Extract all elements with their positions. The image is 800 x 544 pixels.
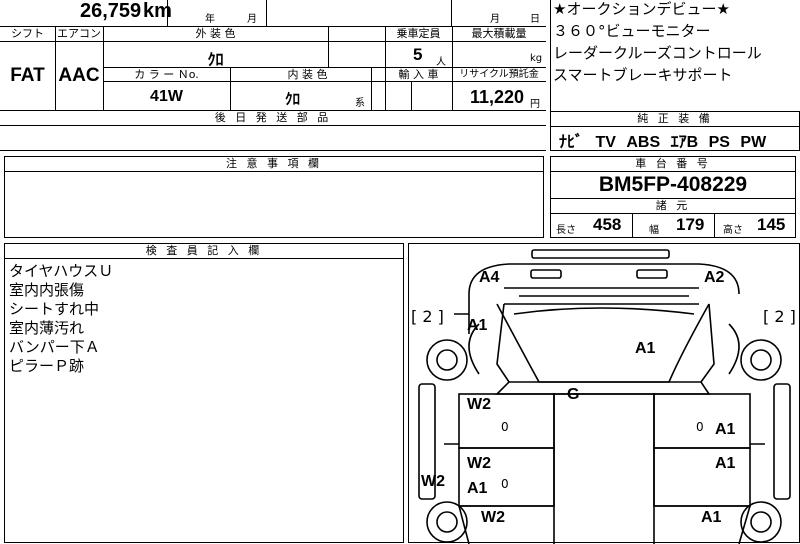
capacity-value: 5 xyxy=(413,45,423,64)
recycle-unit: 円 xyxy=(530,99,540,110)
max-load-header: 最大積載量 xyxy=(471,27,527,40)
capacity-unit: 人 xyxy=(436,57,446,68)
mileage-row: 26,759 km 年 月 月 日 xyxy=(0,0,546,27)
inspector-note: 室内薄汚れ xyxy=(9,319,85,337)
right-bracket: [ 2 ] xyxy=(763,307,796,326)
feature-line: スマートブレーキサポート xyxy=(553,66,733,84)
shift-header: シフト xyxy=(11,27,44,40)
damage-mark-left-quarter: W2 xyxy=(481,509,505,526)
mileage-unit: km xyxy=(143,0,172,22)
equipment-item: ｴｱB xyxy=(670,134,699,151)
chassis-section: 車 台 番 号 BM5FP-408229 諸 元 長さ 458 幅 179 高さ… xyxy=(550,156,796,238)
inspector-notes: タイヤハウスＵ 室内内張傷 シートすれ中 室内薄汚れ バンパー下Ａ ピラーＰ跡 xyxy=(9,262,113,376)
capacity-header: 乗車定員 xyxy=(396,27,441,40)
damage-mark-front-right: A2 xyxy=(704,269,725,286)
damage-mark-small: 0 xyxy=(501,477,509,491)
inspector-section: 検 査 員 記 入 欄 タイヤハウスＵ 室内内張傷 シートすれ中 室内薄汚れ バ… xyxy=(4,243,404,543)
notes-section: 注 意 事 項 欄 xyxy=(4,156,544,238)
equipment-item: ABS xyxy=(626,134,661,151)
equipment-item: ﾅﾋﾞ xyxy=(559,134,584,151)
later-parts-section: 後 日 発 送 部 品 xyxy=(0,111,546,151)
equipment-item: TV xyxy=(595,134,616,151)
month-label: 月 xyxy=(247,14,257,25)
damage-mark-right-front-door: A1 xyxy=(715,421,736,438)
damage-mark-front-left: A4 xyxy=(479,269,500,286)
max-load-unit: kg xyxy=(530,53,543,64)
inspector-note: シートすれ中 xyxy=(9,300,100,318)
feature-notes: ★オークションデビュー★ ３６０°ビューモニター レーダークルーズコントロール … xyxy=(550,0,800,111)
exterior-color-value: ｸﾛ xyxy=(207,50,224,69)
recycle-header: リサイクル預託金 xyxy=(459,69,539,80)
color-no-header: カ ラ ー Ｎo. xyxy=(134,68,199,81)
damage-mark-small: 0 xyxy=(696,420,704,434)
later-parts-header: 後 日 発 送 部 品 xyxy=(0,111,546,126)
inspector-note: 室内内張傷 xyxy=(9,281,85,299)
feature-line: ３６０°ビューモニター xyxy=(553,22,711,40)
month-label-2: 月 xyxy=(490,14,500,25)
damage-diagram: [ 2 ] [ 2 ] A4 A2 A1 A1 G W2 A1 W2 A1 A1… xyxy=(408,243,800,544)
dimensions-header: 諸 元 xyxy=(551,198,795,214)
length-label: 長さ xyxy=(556,225,576,236)
damage-mark-left-rear-door: W2 xyxy=(467,455,491,472)
day-label: 日 xyxy=(530,14,540,25)
damage-mark-small: 0 xyxy=(501,420,509,434)
inspector-note: タイヤハウスＵ xyxy=(9,262,114,280)
spec-table: シフト エアコン 外 装 色 乗車定員 最大積載量 FAT AAC ｸﾛ 5 人… xyxy=(0,27,546,111)
inspector-note: バンパー下Ａ xyxy=(9,338,100,356)
year-label: 年 xyxy=(205,14,215,25)
inspector-header: 検 査 員 記 入 欄 xyxy=(5,244,403,259)
damage-mark-roof: G xyxy=(567,386,580,403)
genuine-equipment-list: ﾅﾋﾞ TV ABS ｴｱB PS PW xyxy=(559,128,766,152)
damage-mark-left-rear-door-2: A1 xyxy=(467,480,488,497)
feature-line: ★オークションデビュー★ xyxy=(553,0,730,18)
interior-color-header: 内 装 色 xyxy=(287,68,328,81)
import-header: 輸 入 車 xyxy=(398,68,439,81)
width-label: 幅 xyxy=(649,225,659,236)
notes-header: 注 意 事 項 欄 xyxy=(5,157,543,172)
width-value: 179 xyxy=(676,215,705,234)
feature-line: レーダークルーズコントロール xyxy=(553,44,762,62)
genuine-equipment-header: 純 正 装 備 xyxy=(551,112,799,127)
chassis-number: BM5FP-408229 xyxy=(598,173,748,196)
equipment-item: PS xyxy=(708,134,730,151)
recycle-value: 11,220 xyxy=(470,87,525,107)
damage-mark-right-rear-door: A1 xyxy=(715,455,736,472)
interior-suffix: 系 xyxy=(355,98,365,109)
damage-mark-left-sill: W2 xyxy=(421,473,445,490)
inspector-note: ピラーＰ跡 xyxy=(9,357,85,375)
aircon-value: AAC xyxy=(58,65,100,86)
damage-mark-left-fender: A1 xyxy=(467,317,488,334)
height-label: 高さ xyxy=(723,225,743,236)
length-value: 458 xyxy=(593,215,622,234)
left-bracket: [ 2 ] xyxy=(411,307,444,326)
chassis-header: 車 台 番 号 xyxy=(551,157,795,172)
car-outline xyxy=(418,249,791,544)
mileage-value: 26,759 xyxy=(80,0,142,22)
height-value: 145 xyxy=(757,215,786,234)
genuine-equipment-section: 純 正 装 備 ﾅﾋﾞ TV ABS ｴｱB PS PW xyxy=(550,111,800,151)
interior-color-value: ｸﾛ xyxy=(284,90,300,108)
damage-mark-right-quarter: A1 xyxy=(701,509,722,526)
equipment-item: PW xyxy=(740,134,767,151)
shift-value: FAT xyxy=(10,65,45,86)
exterior-color-header: 外 装 色 xyxy=(195,27,236,40)
color-no-value: 41W xyxy=(150,88,183,105)
aircon-header: エアコン xyxy=(57,27,101,40)
damage-mark-left-front-door: W2 xyxy=(467,396,491,413)
damage-mark-hood: A1 xyxy=(635,340,656,357)
